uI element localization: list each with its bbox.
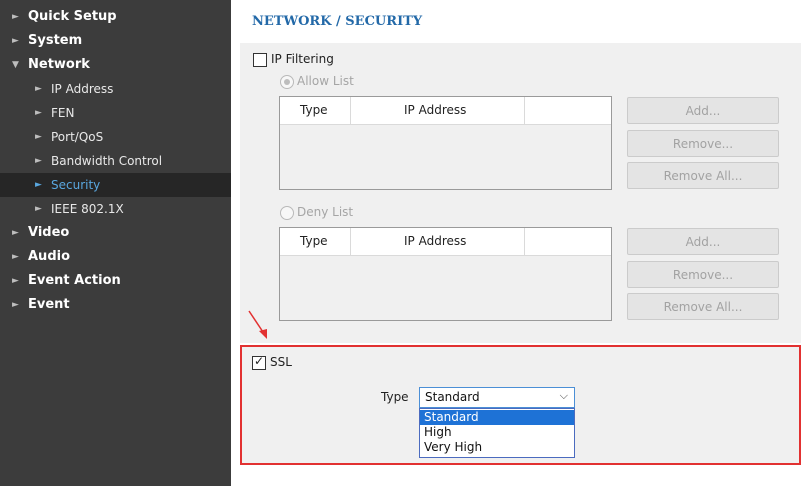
- ssl-option-standard[interactable]: Standard: [420, 410, 574, 425]
- ssl-option-high[interactable]: High: [420, 425, 574, 440]
- arrow-icon: ►: [35, 108, 42, 118]
- allow-remove-all-button[interactable]: Remove All...: [627, 162, 779, 189]
- allow-remove-button[interactable]: Remove...: [627, 130, 779, 157]
- ssl-type-label: Type: [381, 390, 409, 404]
- ssl-type-select[interactable]: Standard ⌵: [419, 387, 575, 408]
- nav-label: Audio: [28, 249, 71, 264]
- arrow-icon: ►: [35, 132, 42, 142]
- nav-sub-label: Port/QoS: [51, 130, 104, 144]
- collapse-arrow-icon: ▼: [12, 60, 19, 70]
- nav-system[interactable]: ► System: [0, 29, 231, 53]
- expand-arrow-icon: ►: [12, 276, 19, 286]
- table-header: Type IP Address: [280, 97, 611, 125]
- nav-sub-label: FEN: [51, 106, 75, 120]
- expand-arrow-icon: ►: [12, 228, 19, 238]
- nav-event-action[interactable]: ► Event Action: [0, 269, 231, 293]
- ssl-panel: ✓ SSL Type Standard ⌵ Standard High Very…: [240, 345, 801, 465]
- selected-value: Standard: [425, 390, 480, 404]
- nav-video[interactable]: ► Video: [0, 221, 231, 245]
- allow-add-button[interactable]: Add...: [627, 97, 779, 124]
- arrow-icon: ►: [35, 180, 42, 190]
- nav-sub-label: Bandwidth Control: [51, 154, 163, 168]
- nav-sub-bandwidth-control[interactable]: ► Bandwidth Control: [0, 149, 231, 173]
- expand-arrow-icon: ►: [12, 36, 19, 46]
- nav-sub-fen[interactable]: ► FEN: [0, 101, 231, 125]
- column-header-type[interactable]: Type: [300, 228, 328, 255]
- expand-arrow-icon: ►: [12, 300, 19, 310]
- ssl-option-very-high[interactable]: Very High: [420, 440, 574, 455]
- ssl-label: SSL: [270, 355, 292, 369]
- deny-remove-button[interactable]: Remove...: [627, 261, 779, 288]
- nav-label: Event Action: [28, 273, 121, 288]
- ssl-type-dropdown-list: Standard High Very High: [419, 408, 575, 458]
- column-header-ip-address[interactable]: IP Address: [404, 228, 466, 255]
- nav-event[interactable]: ► Event: [0, 293, 231, 317]
- column-header-type[interactable]: Type: [300, 97, 328, 124]
- arrow-icon: ►: [35, 204, 42, 214]
- nav-network[interactable]: ▼ Network: [0, 53, 231, 77]
- allow-list-table[interactable]: Type IP Address: [279, 96, 612, 190]
- nav-label: System: [28, 33, 83, 48]
- nav-label: Video: [28, 225, 70, 240]
- nav-audio[interactable]: ► Audio: [0, 245, 231, 269]
- nav-sub-ieee-8021x[interactable]: ► IEEE 802.1X: [0, 197, 231, 221]
- nav-quick-setup[interactable]: ► Quick Setup: [0, 5, 231, 29]
- ip-filtering-panel: IP Filtering Allow List Type IP Address …: [240, 43, 801, 343]
- table-header: Type IP Address: [280, 228, 611, 256]
- chevron-down-icon: ⌵: [559, 389, 568, 402]
- deny-add-button[interactable]: Add...: [627, 228, 779, 255]
- checkmark-icon: ✓: [254, 354, 265, 368]
- nav-sub-ip-address[interactable]: ► IP Address: [0, 77, 231, 101]
- deny-remove-all-button[interactable]: Remove All...: [627, 293, 779, 320]
- nav-sub-port-qos[interactable]: ► Port/QoS: [0, 125, 231, 149]
- column-header-ip-address[interactable]: IP Address: [404, 97, 466, 124]
- main-content: NETWORK / SECURITY IP Filtering Allow Li…: [231, 0, 801, 486]
- expand-arrow-icon: ►: [12, 12, 19, 22]
- nav-label: Quick Setup: [28, 9, 117, 24]
- arrow-icon: ►: [35, 84, 42, 94]
- nav-label: Network: [28, 57, 90, 72]
- ssl-checkbox[interactable]: ✓: [252, 354, 266, 370]
- nav-sub-label: IEEE 802.1X: [51, 202, 124, 216]
- arrow-icon: ►: [35, 156, 42, 166]
- allow-list-label: Allow List: [297, 74, 354, 88]
- nav-label: Event: [28, 297, 70, 312]
- sidebar: ► Quick Setup ► System ▼ Network ► IP Ad…: [0, 0, 231, 486]
- deny-list-label: Deny List: [297, 205, 354, 219]
- nav-sub-label: Security: [51, 178, 101, 192]
- annotation-arrow-icon: [248, 310, 267, 339]
- nav-sub-security[interactable]: ► Security: [0, 173, 231, 197]
- expand-arrow-icon: ►: [12, 252, 19, 262]
- nav-sub-label: IP Address: [51, 82, 114, 96]
- deny-list-table[interactable]: Type IP Address: [279, 227, 612, 321]
